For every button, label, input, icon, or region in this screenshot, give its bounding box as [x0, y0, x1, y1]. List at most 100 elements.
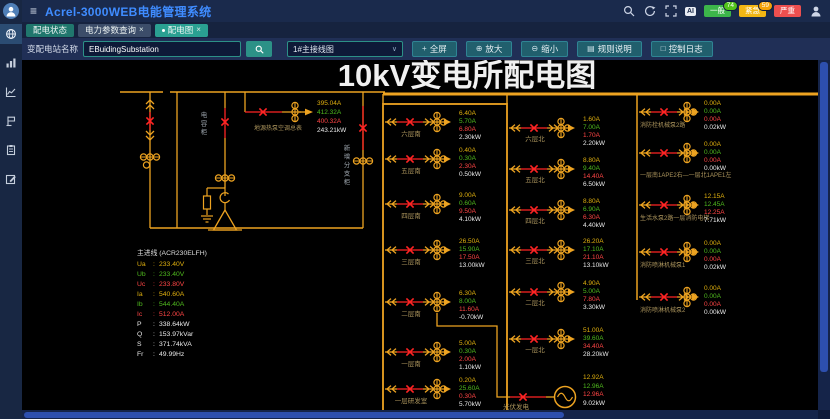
svg-text:26.20A: 26.20A: [583, 238, 604, 245]
svg-text:四层北: 四层北: [525, 217, 545, 225]
svg-text:6.40A: 6.40A: [459, 110, 477, 117]
scrollbar-thumb[interactable]: [24, 412, 564, 418]
search-icon[interactable]: [622, 5, 635, 18]
feeder-branch[interactable]: 一层南5.00A0.30A2.00A1.10kW: [385, 340, 482, 371]
sidebar-item-ranking[interactable]: [0, 111, 22, 131]
zoom-out-button[interactable]: ⊖缩小: [521, 41, 568, 57]
svg-text:0.00A: 0.00A: [704, 108, 722, 115]
sidebar-item-edit[interactable]: [0, 169, 22, 189]
feeder-branch[interactable]: 二层北4.90A5.00A7.80A3.30kW: [509, 280, 606, 311]
svg-text:544.40A: 544.40A: [159, 301, 185, 308]
svg-text:6.90A: 6.90A: [583, 206, 601, 213]
svg-text:12.25A: 12.25A: [704, 209, 725, 216]
svg-text::: :: [153, 261, 155, 268]
svg-text:233.40V: 233.40V: [159, 261, 185, 268]
heat-pump-branch[interactable]: 地源热泵空调总表395.04A412.32A400.32A243.21kW: [245, 92, 347, 134]
svg-text:一层研发室: 一层研发室: [395, 396, 428, 405]
svg-text::: :: [153, 291, 155, 298]
fullscreen-button[interactable]: +全屏: [412, 41, 457, 57]
feeder-branch[interactable]: 消防喷淋机械泵10.00A0.00A0.00A0.02kW: [639, 240, 727, 271]
svg-text:540.60A: 540.60A: [159, 291, 185, 298]
svg-text::: :: [153, 301, 155, 308]
button-label: 放大: [485, 43, 502, 55]
feeder-branch[interactable]: 四层南9.00A0.60A9.50A4.10kW: [385, 192, 482, 223]
menu-icon[interactable]: ≡: [30, 5, 37, 17]
vertical-label: 电容柜: [201, 110, 208, 136]
svg-text:消防喷淋机械泵1: 消防喷淋机械泵1: [640, 261, 686, 269]
svg-text:233.40V: 233.40V: [159, 271, 185, 278]
alarm-count: 74: [723, 1, 738, 11]
svg-text:12.96A: 12.96A: [583, 391, 604, 398]
new-branch-cabinet-feeder[interactable]: [353, 92, 373, 228]
svg-text:8.80A: 8.80A: [583, 198, 601, 205]
feeder-branch[interactable]: 消防栓机械泵2路0.00A0.00A0.00A0.02kW: [639, 100, 727, 131]
svg-text:11.60A: 11.60A: [459, 306, 480, 313]
sidebar-item-monitor[interactable]: [0, 24, 22, 44]
feeder-branch[interactable]: 生活水泵2路一层消防电梯12.15A12.45A12.25A7.71kW: [639, 193, 727, 224]
diagram-title: 10kV变电所配电图: [338, 60, 596, 93]
feeder-branch[interactable]: 六层北1.60A7.00A1.70A2.20kW: [509, 116, 606, 147]
zoom-in-button[interactable]: ⊕放大: [466, 41, 513, 57]
alarm-badge-label: 严重: [780, 6, 795, 15]
zoom-out-icon: ⊖: [531, 45, 538, 53]
avatar[interactable]: [3, 3, 19, 19]
svg-text:2.30A: 2.30A: [459, 163, 477, 170]
feeder-branch[interactable]: 一层南1APE2右—一层北1APE1左0.00A0.00A0.00A0.00kW: [639, 141, 731, 179]
svg-text:2.20kW: 2.20kW: [583, 140, 606, 147]
svg-text:39.60A: 39.60A: [583, 335, 604, 342]
svg-text:49.99Hz: 49.99Hz: [159, 351, 185, 358]
svg-text:五层北: 五层北: [525, 176, 545, 184]
vertical-scrollbar[interactable]: [818, 60, 830, 419]
feeder-branch[interactable]: 六层南6.40A5.70A6.80A2.30kW: [385, 110, 482, 141]
diagram-select[interactable]: 1#主接线图 ∨: [287, 41, 403, 57]
svg-text:柜: 柜: [201, 127, 208, 136]
one-line-diagram: 10kV变电所配电图电容柜新增分支柜地源热泵空调总表395.04A412.32A…: [22, 60, 818, 410]
svg-text:6.80A: 6.80A: [459, 126, 477, 133]
svg-text:0.00A: 0.00A: [704, 301, 722, 308]
station-name-input[interactable]: [83, 41, 241, 57]
alarm-badge-urgent[interactable]: 紧急59: [739, 5, 766, 17]
search-button[interactable]: [246, 41, 272, 57]
feeder-branch[interactable]: 五层南0.40A0.30A2.30A0.50kW: [385, 147, 482, 178]
feeder-branch[interactable]: 三层北26.20A17.10A21.10A13.10kW: [509, 238, 610, 269]
alarm-badge-critical[interactable]: 严重: [774, 5, 801, 17]
tab-distribution-diagram[interactable]: 配电图×: [155, 24, 208, 37]
svg-text:7.00A: 7.00A: [583, 124, 601, 131]
rule-description-button[interactable]: ▤规则说明: [577, 41, 642, 57]
feeder-branch[interactable]: 一层研发室0.20A25.60A0.30A5.70kW: [385, 377, 482, 408]
scrollbar-thumb[interactable]: [820, 62, 828, 372]
svg-text:Ia: Ia: [137, 291, 143, 298]
svg-text:5.70kW: 5.70kW: [459, 401, 482, 408]
sidebar-item-line-chart[interactable]: [0, 82, 22, 102]
ai-icon[interactable]: AI: [685, 7, 696, 16]
close-icon[interactable]: ×: [139, 26, 144, 34]
tab-power-parameter-query[interactable]: 电力参数查询×: [78, 24, 151, 37]
feeder-branch[interactable]: 一层北51.00A39.60A34.40A28.20kW: [509, 327, 610, 358]
main-incoming-feeder[interactable]: [140, 92, 160, 228]
sidebar-item-bar-chart[interactable]: [0, 53, 22, 73]
feeder-branch[interactable]: 消防喷淋机械泵20.00A0.00A0.00A0.00kW: [639, 285, 727, 316]
svg-text:34.40A: 34.40A: [583, 343, 604, 350]
svg-text:4.90A: 4.90A: [583, 280, 601, 287]
svg-text:371.74kVA: 371.74kVA: [159, 341, 192, 348]
feeder-branch[interactable]: 五层北8.80A9.40A14.40A6.50kW: [509, 157, 606, 188]
horizontal-scrollbar[interactable]: [22, 410, 818, 419]
user-icon[interactable]: [809, 5, 822, 18]
sidebar-item-report[interactable]: [0, 140, 22, 160]
svg-text:9.40A: 9.40A: [583, 165, 601, 172]
feeder-branch[interactable]: 二层南6.30A8.00A11.60A-0.70kW: [385, 290, 484, 321]
feeder-branch[interactable]: 三层南26.50A15.90A17.50A13.00kW: [385, 238, 486, 269]
sidebar: [0, 0, 22, 419]
tab-distribution-status[interactable]: 配电状态: [26, 24, 74, 37]
control-log-button[interactable]: □控制日志: [651, 41, 713, 57]
fullscreen-icon[interactable]: [664, 5, 677, 18]
svg-text:二层南: 二层南: [401, 309, 421, 318]
active-dot-icon: [162, 29, 165, 32]
alarm-badge-general[interactable]: 一般74: [704, 5, 731, 17]
svg-text:12.45A: 12.45A: [704, 201, 725, 208]
close-icon[interactable]: ×: [196, 26, 201, 34]
svg-text:12.15A: 12.15A: [704, 193, 725, 200]
feeder-branch[interactable]: 四层北8.80A6.90A6.30A4.40kW: [509, 198, 606, 229]
tab-bar: 配电状态 电力参数查询× 配电图×: [22, 22, 830, 38]
refresh-icon[interactable]: [643, 5, 656, 18]
